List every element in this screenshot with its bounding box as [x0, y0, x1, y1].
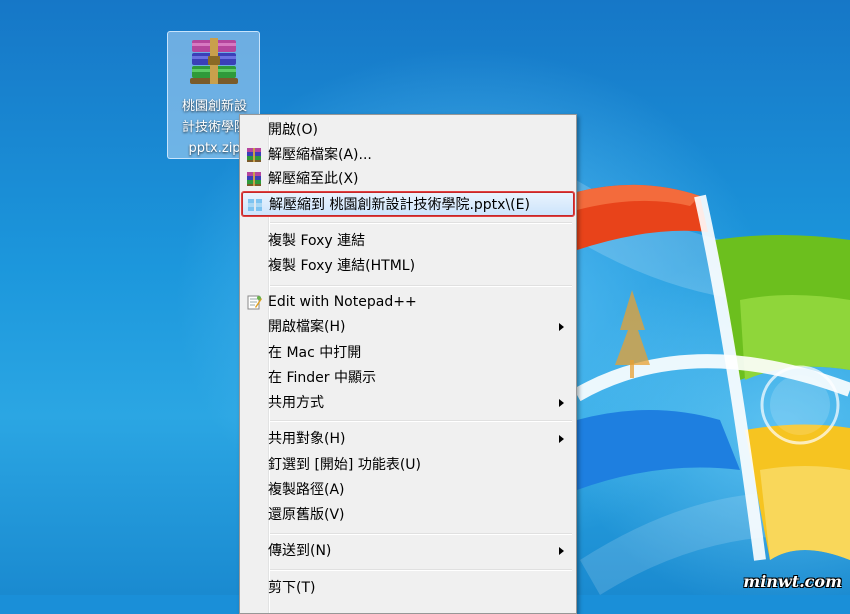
- winrar-icon: [247, 172, 261, 186]
- menu-item-label: 釘選到 [開始] 功能表(U): [268, 457, 421, 473]
- menu-item-label: 解壓縮到 桃園創新設計技術學院.pptx\(E): [269, 197, 530, 213]
- menu-item-open[interactable]: 開啟(O): [242, 118, 574, 142]
- menu-item-copy-foxy-link-html[interactable]: 複製 Foxy 連結(HTML): [242, 254, 574, 278]
- submenu-arrow-icon: [559, 435, 564, 443]
- menu-item-edit-notepad[interactable]: Edit with Notepad++: [242, 290, 574, 314]
- menu-separator: [270, 285, 572, 287]
- menu-item-extract-to-folder[interactable]: 解壓縮到 桃園創新設計技術學院.pptx\(E): [241, 191, 575, 217]
- menu-item-label: 複製 Foxy 連結: [268, 233, 366, 249]
- menu-item-pin-to-start[interactable]: 釘選到 [開始] 功能表(U): [242, 453, 574, 477]
- menu-item-label: 剪下(T): [268, 580, 316, 596]
- menu-item-label: 開啟檔案(H): [268, 319, 346, 335]
- menu-item-copy-foxy-link[interactable]: 複製 Foxy 連結: [242, 229, 574, 253]
- menu-item-share-target[interactable]: 共用對象(H): [242, 427, 574, 451]
- menu-item-label: 解壓縮至此(X): [268, 171, 359, 187]
- menu-item-label: 開啟(O): [268, 122, 318, 138]
- notepad-plus-icon: [247, 295, 262, 310]
- winrar-icon: [247, 148, 261, 162]
- menu-item-share-with[interactable]: 共用方式: [242, 391, 574, 415]
- submenu-arrow-icon: [559, 547, 564, 555]
- menu-item-label: 共用對象(H): [268, 431, 346, 447]
- submenu-arrow-icon: [559, 399, 564, 407]
- menu-item-label: 傳送到(N): [268, 543, 332, 559]
- context-menu: 開啟(O) 解壓縮檔案(A)... 解壓縮至此(X) 解壓縮到 桃園創新設計技術…: [239, 114, 577, 614]
- menu-item-label: 在 Finder 中顯示: [268, 370, 376, 386]
- menu-separator: [270, 222, 572, 224]
- menu-item-send-to[interactable]: 傳送到(N): [242, 539, 574, 563]
- menu-item-label: 在 Mac 中打開: [268, 345, 362, 361]
- submenu-arrow-icon: [559, 323, 564, 331]
- menu-item-open-with[interactable]: 開啟檔案(H): [242, 315, 574, 339]
- menu-item-cut[interactable]: 剪下(T): [242, 576, 574, 600]
- watermark: minwt.com: [743, 572, 842, 591]
- menu-item-extract-files[interactable]: 解壓縮檔案(A)...: [242, 143, 574, 167]
- menu-separator: [270, 420, 572, 422]
- menu-separator: [270, 533, 572, 535]
- winrar-extract-icon: [248, 199, 262, 211]
- menu-item-restore-previous[interactable]: 還原舊版(V): [242, 503, 574, 527]
- menu-item-open-in-mac[interactable]: 在 Mac 中打開: [242, 341, 574, 365]
- menu-separator: [270, 569, 572, 571]
- menu-item-label: 解壓縮檔案(A)...: [268, 147, 372, 163]
- menu-item-copy-path[interactable]: 複製路徑(A): [242, 478, 574, 502]
- menu-item-label: Edit with Notepad++: [268, 294, 417, 310]
- menu-item-extract-here[interactable]: 解壓縮至此(X): [242, 167, 574, 191]
- menu-item-label: 還原舊版(V): [268, 507, 345, 523]
- menu-item-label: 共用方式: [268, 395, 324, 411]
- menu-item-label: 複製 Foxy 連結(HTML): [268, 258, 416, 274]
- menu-item-label: 複製路徑(A): [268, 482, 345, 498]
- winrar-archive-icon: [190, 38, 238, 84]
- menu-item-show-in-finder[interactable]: 在 Finder 中顯示: [242, 366, 574, 390]
